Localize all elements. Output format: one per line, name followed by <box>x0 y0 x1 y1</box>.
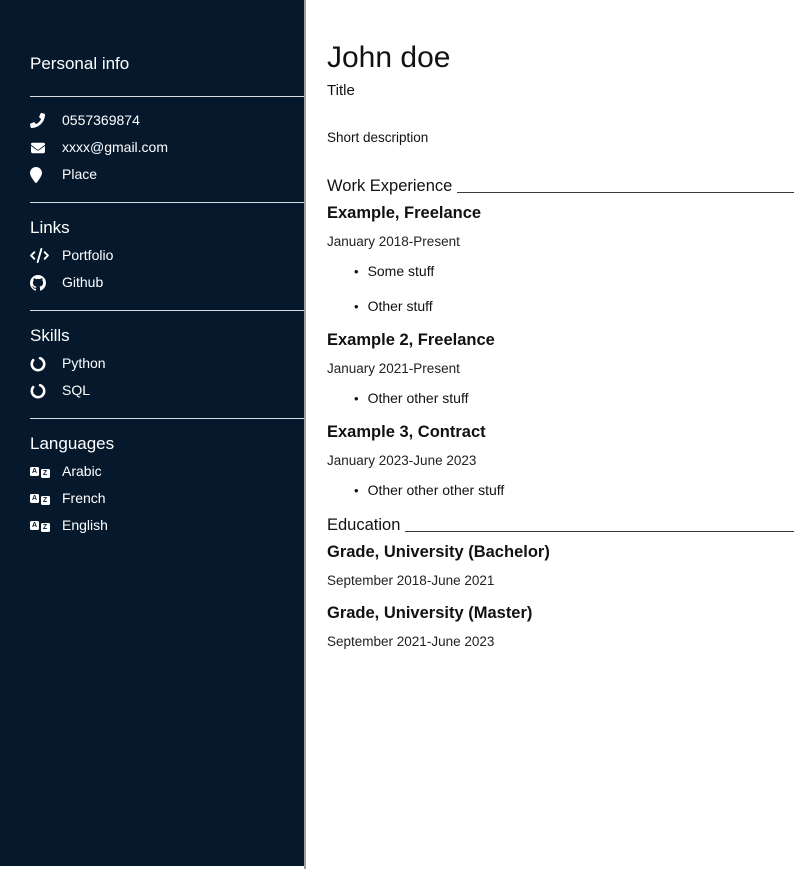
portfolio-link[interactable]: Portfolio <box>30 242 304 269</box>
language-icon-letter: Z <box>41 496 50 505</box>
personal-info-list: 0557369874 xxxx@gmail.com Place <box>30 107 304 188</box>
resume-page: Personal info 0557369874 xxxx@gmail.com … <box>0 0 794 869</box>
skill-row: SQL <box>30 377 304 404</box>
section-heading-label: Work Experience <box>327 176 452 196</box>
person-name: John doe <box>327 41 794 75</box>
work-entry-date: January 2018-Present <box>327 234 794 249</box>
short-description: Short description <box>327 130 794 146</box>
languages-heading: Languages <box>30 434 304 454</box>
circle-notch-icon <box>30 383 62 399</box>
sidebar: Personal info 0557369874 xxxx@gmail.com … <box>0 0 304 866</box>
place-label: Place <box>62 166 97 183</box>
education-entry-date: September 2018-June 2021 <box>327 573 794 588</box>
languages-list: AZ Arabic AZ French AZ English <box>30 458 304 539</box>
language-label: Arabic <box>62 463 102 480</box>
language-row: AZ English <box>30 512 304 539</box>
github-link[interactable]: Github <box>30 269 304 296</box>
location-pin-icon <box>30 167 62 183</box>
language-label: French <box>62 490 106 507</box>
work-entry-title: Example 2, Freelance <box>327 331 794 350</box>
sidebar-divider <box>30 310 304 311</box>
education-entry-date: September 2021-June 2023 <box>327 634 794 649</box>
work-experience-heading: Work Experience <box>327 176 794 196</box>
skills-heading: Skills <box>30 326 304 346</box>
contact-phone-row: 0557369874 <box>30 107 304 134</box>
main-content: John doe Title Short description Work Ex… <box>327 0 794 649</box>
contact-email-row: xxxx@gmail.com <box>30 134 304 161</box>
circle-notch-icon <box>30 356 62 372</box>
section-rule <box>405 531 794 533</box>
github-icon <box>30 275 62 291</box>
sidebar-divider <box>30 96 304 97</box>
language-label: English <box>62 517 108 534</box>
section-heading-label: Education <box>327 515 400 535</box>
language-icon-letter: A <box>30 467 39 476</box>
bullet-item: Other stuff <box>354 298 794 315</box>
email-address: xxxx@gmail.com <box>62 139 168 156</box>
education-heading: Education <box>327 515 794 535</box>
work-entry-bullets: Other other stuff <box>327 390 794 407</box>
contact-place-row: Place <box>30 161 304 188</box>
sidebar-divider <box>30 418 304 419</box>
work-entry-date: January 2021-Present <box>327 361 794 376</box>
skill-row: Python <box>30 350 304 377</box>
bullet-item: Other other stuff <box>354 390 794 407</box>
code-icon <box>30 248 62 263</box>
work-entry-bullets: Some stuff Other stuff <box>327 263 794 315</box>
language-icon-letter: A <box>30 521 39 530</box>
language-row: AZ French <box>30 485 304 512</box>
language-icon-letter: Z <box>41 469 50 478</box>
bullet-item: Other other other stuff <box>354 482 794 499</box>
language-icon: AZ <box>30 520 62 532</box>
links-heading: Links <box>30 218 304 238</box>
github-label: Github <box>62 274 103 291</box>
sidebar-edge-line <box>304 0 306 869</box>
links-list: Portfolio Github <box>30 242 304 296</box>
skill-label: Python <box>62 355 106 372</box>
bullet-item: Some stuff <box>354 263 794 280</box>
education-entry-title: Grade, University (Master) <box>327 604 794 623</box>
phone-icon <box>30 113 62 128</box>
language-icon-letter: Z <box>41 523 50 532</box>
language-icon: AZ <box>30 466 62 478</box>
envelope-icon <box>30 141 62 155</box>
work-entry-title: Example 3, Contract <box>327 423 794 442</box>
phone-number: 0557369874 <box>62 112 140 129</box>
skill-label: SQL <box>62 382 90 399</box>
work-entry-title: Example, Freelance <box>327 204 794 223</box>
language-icon-letter: A <box>30 494 39 503</box>
portfolio-label: Portfolio <box>62 247 113 264</box>
work-entry-date: January 2023-June 2023 <box>327 453 794 468</box>
language-row: AZ Arabic <box>30 458 304 485</box>
section-rule <box>457 192 794 194</box>
sidebar-divider <box>30 202 304 203</box>
skills-list: Python SQL <box>30 350 304 404</box>
education-entry-title: Grade, University (Bachelor) <box>327 543 794 562</box>
person-title: Title <box>327 82 794 100</box>
work-entry-bullets: Other other other stuff <box>327 482 794 499</box>
personal-info-heading: Personal info <box>30 54 304 74</box>
language-icon: AZ <box>30 493 62 505</box>
